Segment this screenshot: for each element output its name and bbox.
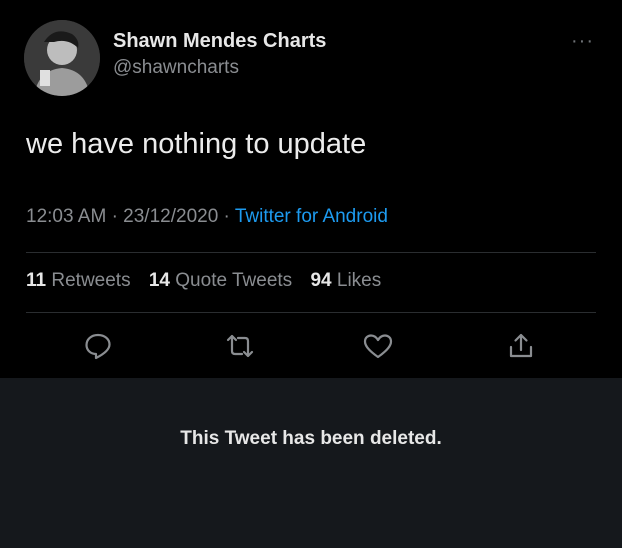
tweet-stats: 11 Retweets 14 Quote Tweets 94 Likes [26,270,394,292]
author-handle[interactable]: @shawncharts [113,57,239,79]
likes-stat[interactable]: 94 Likes [310,270,381,291]
author-name[interactable]: Shawn Mendes Charts [113,30,326,53]
tweet-source[interactable]: Twitter for Android [235,206,388,227]
retweet-icon [226,334,254,358]
more-options-icon[interactable]: ··· [571,31,594,51]
share-icon [509,333,533,358]
tweet-text: we have nothing to update [26,128,367,160]
tweet-card: Shawn Mendes Charts @shawncharts ··· we … [0,0,622,378]
meta-separator: · [111,206,118,227]
divider [26,312,596,313]
meta-separator: · [223,206,230,227]
retweet-button[interactable] [220,326,260,366]
quote-tweets-stat[interactable]: 14 Quote Tweets [149,270,292,291]
deleted-notice-text: This Tweet has been deleted. [180,428,442,449]
avatar-image [24,20,100,96]
reply-button[interactable] [78,326,118,366]
likes-label: Likes [336,270,382,291]
retweets-count: 11 [26,270,47,291]
tweet-date[interactable]: 23/12/2020 [123,206,218,227]
retweets-label: Retweets [51,270,131,291]
quotes-count: 14 [148,270,170,291]
retweets-stat[interactable]: 11 Retweets [26,270,131,291]
quotes-label: Quote Tweets [175,270,293,291]
like-icon [363,334,393,359]
avatar[interactable] [24,20,100,96]
likes-count: 94 [310,270,332,291]
reply-icon [85,333,111,360]
share-button[interactable] [501,326,541,366]
action-bar [0,326,622,372]
like-button[interactable] [358,326,398,366]
tweet-time[interactable]: 12:03 AM [26,206,106,227]
deleted-notice [0,378,622,548]
divider [26,252,596,253]
tweet-meta: 12:03 AM · 23/12/2020 · Twitter for Andr… [26,206,388,228]
